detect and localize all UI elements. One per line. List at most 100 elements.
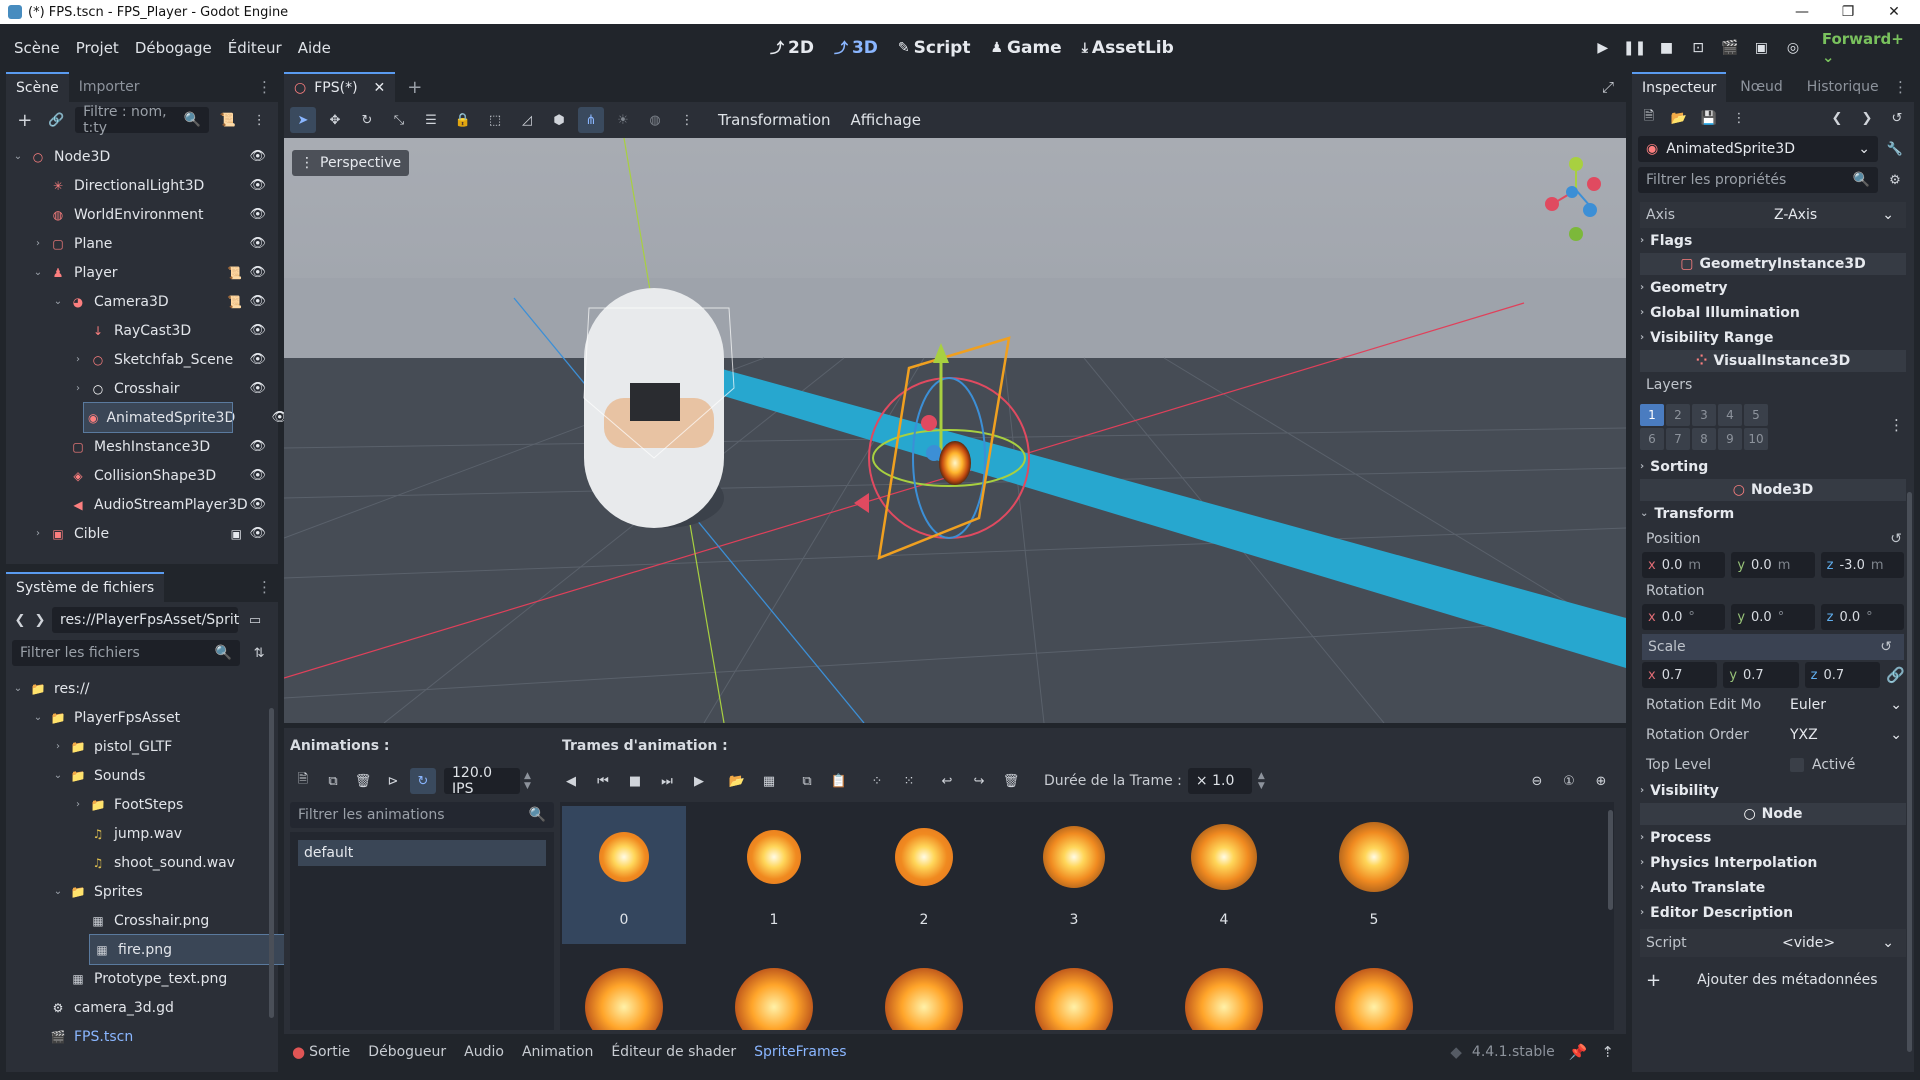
menu-0[interactable]: Scène bbox=[6, 39, 68, 57]
dock-menu-icon[interactable]: ⋮ bbox=[257, 572, 272, 602]
movie-maker-icon[interactable]: ◎ bbox=[1782, 37, 1804, 59]
visibility-eye-icon[interactable]: 👁 bbox=[249, 149, 266, 164]
paste-frame-icon[interactable]: 📋 bbox=[826, 768, 852, 794]
autoplay-icon[interactable]: ⊳ bbox=[380, 768, 406, 794]
visibility-eye-icon[interactable]: 👁 bbox=[249, 381, 266, 396]
duplicate-animation-icon[interactable]: ⧉ bbox=[320, 768, 346, 794]
frame-duration-field[interactable]: × 1.0 bbox=[1187, 768, 1252, 794]
filter-options-icon[interactable]: ⚙ bbox=[1882, 167, 1908, 193]
play-backwards-start-icon[interactable]: ⏮ bbox=[590, 768, 616, 794]
file-item[interactable]: ⚙ camera_3d.gd bbox=[6, 993, 278, 1022]
open-instance-icon[interactable]: ▣ bbox=[231, 527, 242, 541]
bottom-tab[interactable]: Sortie bbox=[309, 1044, 350, 1060]
section-global-illumination[interactable]: › Global Illumination bbox=[1632, 300, 1914, 325]
scale-x-field[interactable]: x 0.7 bbox=[1642, 662, 1718, 688]
tree-node[interactable]: › ▣ Cible ▣ 👁 bbox=[6, 519, 278, 548]
scene-filter-input[interactable]: Filtre : nom, t:ty 🔍 bbox=[75, 104, 209, 136]
lock-icon[interactable]: 🔒 bbox=[450, 107, 476, 133]
renderer-select[interactable]: Forward+ ⌄ bbox=[1822, 30, 1920, 66]
section-flags[interactable]: › Flags bbox=[1632, 228, 1914, 253]
layer-bit[interactable]: 1 bbox=[1640, 404, 1664, 426]
sprite-frame[interactable] bbox=[1162, 958, 1286, 1030]
zoom-reset-icon[interactable]: ① bbox=[1556, 768, 1582, 794]
sprite-frame[interactable] bbox=[1312, 958, 1436, 1030]
zoom-in-icon[interactable]: ⊕ bbox=[1588, 768, 1614, 794]
file-item[interactable]: › 📁 FootSteps bbox=[6, 790, 278, 819]
sprite-frame[interactable] bbox=[712, 958, 836, 1030]
file-scrollbar[interactable] bbox=[269, 708, 274, 1018]
close-tab-icon[interactable]: ✕ bbox=[374, 80, 386, 96]
delete-frame-icon[interactable]: 🗑 bbox=[998, 768, 1024, 794]
bottom-tab[interactable]: Animation bbox=[522, 1044, 593, 1060]
fps-field[interactable]: 120.0 IPS bbox=[444, 765, 520, 797]
position-z-field[interactable]: z -3.0 m bbox=[1820, 552, 1904, 578]
rotation-z-field[interactable]: z 0.0 ° bbox=[1820, 604, 1904, 630]
chevron-down-icon[interactable]: ⌄ bbox=[52, 770, 64, 781]
section-visibility-range[interactable]: › Visibility Range bbox=[1632, 325, 1914, 350]
position-x-field[interactable]: x 0.0 m bbox=[1642, 552, 1726, 578]
layer-bit[interactable]: 5 bbox=[1744, 404, 1768, 426]
menu-1[interactable]: Projet bbox=[68, 39, 127, 57]
chevron-down-icon[interactable]: ⌄ bbox=[32, 712, 44, 723]
script-select[interactable]: <vide> ⌄ bbox=[1782, 935, 1894, 951]
visibility-eye-icon[interactable]: 👁 bbox=[249, 439, 266, 454]
tree-node[interactable]: ◍ WorldEnvironment 👁 bbox=[6, 200, 278, 229]
file-item[interactable]: ⌄ 📁 res:// bbox=[6, 674, 278, 703]
object-docs-icon[interactable]: 🔧 bbox=[1882, 136, 1908, 162]
inspector-scrollbar[interactable] bbox=[1907, 492, 1912, 1052]
file-item[interactable]: ▦ fire.png bbox=[89, 934, 291, 965]
rotation-edit-mode-select[interactable]: Euler ⌄ bbox=[1790, 697, 1902, 713]
chevron-right-icon[interactable]: › bbox=[32, 528, 44, 539]
visibility-eye-icon[interactable]: 👁 bbox=[249, 323, 266, 338]
sprite-frame[interactable]: 3 bbox=[1012, 806, 1136, 944]
chevron-right-icon[interactable]: › bbox=[72, 383, 84, 394]
delete-animation-icon[interactable]: 🗑 bbox=[350, 768, 376, 794]
scale-y-field[interactable]: y 0.7 bbox=[1723, 662, 1799, 688]
layer-bit[interactable]: 9 bbox=[1718, 428, 1742, 450]
menu-3[interactable]: Éditeur bbox=[220, 39, 290, 57]
layer-bit[interactable]: 2 bbox=[1666, 404, 1690, 426]
chevron-down-icon[interactable]: ⌄ bbox=[32, 267, 44, 278]
rotation-x-field[interactable]: x 0.0 ° bbox=[1642, 604, 1726, 630]
section-geometry[interactable]: › Geometry bbox=[1632, 275, 1914, 300]
layer-bit[interactable]: 4 bbox=[1718, 404, 1742, 426]
move-left-icon[interactable]: ↩ bbox=[934, 768, 960, 794]
file-item[interactable]: ▦ Crosshair.png bbox=[6, 906, 278, 935]
file-item[interactable]: ⌄ 📁 Sprites bbox=[6, 877, 278, 906]
workspace-script-button[interactable]: ✎ Script bbox=[888, 38, 981, 58]
tree-node[interactable]: › ○ Crosshair 👁 bbox=[6, 374, 278, 403]
tree-node[interactable]: ⌄ ♟ Player 📜 👁 bbox=[6, 258, 278, 287]
workspace-assetlib-button[interactable]: ⤓ AssetLib bbox=[1072, 38, 1184, 58]
bottom-tab[interactable]: Audio bbox=[464, 1044, 504, 1060]
stop-animation-icon[interactable]: ■ bbox=[622, 768, 648, 794]
sprite-frame[interactable] bbox=[562, 958, 686, 1030]
play-forward-icon[interactable]: ▶ bbox=[686, 768, 712, 794]
chevron-down-icon[interactable]: ⌄ bbox=[12, 683, 24, 694]
visibility-eye-icon[interactable]: 👁 bbox=[249, 265, 266, 280]
reset-icon[interactable]: ↺ bbox=[1890, 531, 1902, 547]
visibility-eye-icon[interactable]: 👁 bbox=[249, 178, 266, 193]
sprite-frame[interactable]: 2 bbox=[862, 806, 986, 944]
open-resource-icon[interactable]: 📂 bbox=[1666, 105, 1692, 131]
tab-history[interactable]: Historique bbox=[1797, 72, 1889, 102]
minimize-button[interactable]: — bbox=[1780, 0, 1824, 24]
pin-icon[interactable]: 📌 bbox=[1569, 1043, 1588, 1061]
chevron-down-icon[interactable]: ⌄ bbox=[12, 151, 24, 162]
maximize-button[interactable]: ❐ bbox=[1826, 0, 1870, 24]
scene-menu-icon[interactable]: ⋮ bbox=[246, 107, 272, 133]
axis-select[interactable]: Z-Axis ⌄ bbox=[1774, 207, 1894, 223]
menu-4[interactable]: Aide bbox=[290, 39, 339, 57]
layer-bit[interactable]: 6 bbox=[1640, 428, 1664, 450]
tab-scene[interactable]: Scène bbox=[6, 72, 69, 102]
workspace-2d-button[interactable]: ⤴ 2D bbox=[760, 38, 824, 58]
tree-node[interactable]: ✳ DirectionalLight3D 👁 bbox=[6, 171, 278, 200]
add-metadata-button[interactable]: + Ajouter des métadonnées bbox=[1640, 965, 1906, 995]
move-tool-icon[interactable]: ✥ bbox=[322, 107, 348, 133]
top-level-checkbox[interactable]: Activé bbox=[1790, 757, 1902, 773]
pause-icon[interactable]: ❚❚ bbox=[1623, 37, 1646, 59]
viewport-menu-icon[interactable]: ⋮ bbox=[674, 107, 700, 133]
object-selector[interactable]: ◉ AnimatedSprite3D ⌄ bbox=[1638, 136, 1878, 162]
sprite-frame[interactable]: 4 bbox=[1162, 806, 1286, 944]
file-item[interactable]: ♫ shoot_sound.wav bbox=[6, 848, 278, 877]
chevron-right-icon[interactable]: › bbox=[52, 741, 64, 752]
